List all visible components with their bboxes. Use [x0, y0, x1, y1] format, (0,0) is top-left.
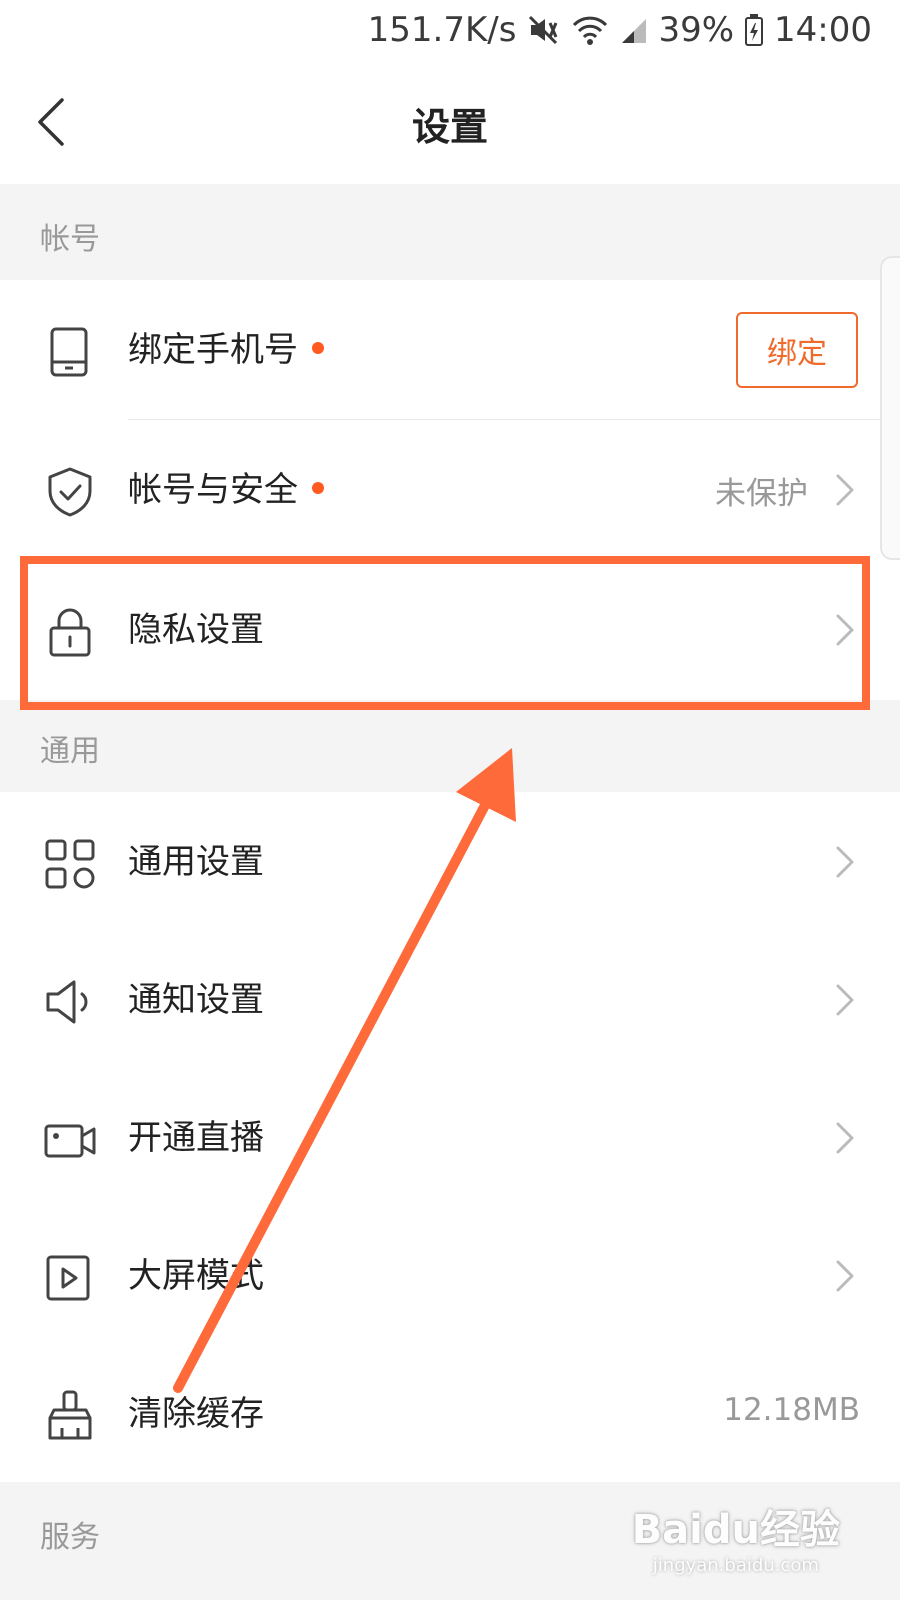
row-large-screen-mode[interactable]: 大屏模式 — [0, 1206, 900, 1346]
chevron-right-icon — [830, 982, 860, 1018]
notification-dot — [312, 341, 324, 354]
scroll-handle[interactable] — [880, 256, 900, 560]
row-bind-phone[interactable]: 绑定手机号 绑定 — [0, 280, 900, 420]
wifi-icon — [570, 13, 610, 47]
chevron-right-icon — [830, 844, 860, 880]
status-bar: 151.7K/s 39% 14:00 — [0, 0, 900, 60]
row-account-security[interactable]: 帐号与安全 未保护 — [0, 420, 900, 560]
battery-icon — [744, 13, 764, 47]
chevron-right-icon — [830, 1258, 860, 1294]
shield-check-icon — [42, 464, 98, 520]
chevron-right-icon — [830, 612, 860, 648]
row-general-settings[interactable]: 通用设置 — [0, 792, 900, 932]
notification-dot — [312, 481, 324, 494]
cache-size-value: 12.18MB — [723, 1392, 860, 1428]
title-bar: 设置 — [0, 60, 900, 185]
bind-button[interactable]: 绑定 — [736, 312, 858, 388]
row-clear-cache[interactable]: 清除缓存 12.18MB — [0, 1344, 900, 1484]
speaker-icon — [42, 974, 98, 1030]
signal-icon — [620, 15, 648, 45]
general-settings-label: 通用设置 — [128, 842, 264, 882]
notification-settings-label: 通知设置 — [128, 980, 264, 1020]
chevron-right-icon — [830, 472, 860, 508]
row-open-live[interactable]: 开通直播 — [0, 1068, 900, 1208]
mute-icon — [526, 13, 560, 47]
row-label: 绑定手机号 — [128, 324, 324, 376]
watermark-sub: jingyan.baidu.com — [652, 1555, 819, 1576]
watermark: Baidu经验 jingyan.baidu.com — [632, 1497, 840, 1576]
watermark-main: Baidu经验 — [631, 1507, 840, 1553]
section-title-general: 通用 — [40, 734, 100, 769]
open-live-label: 开通直播 — [128, 1118, 264, 1158]
grid-icon — [42, 836, 98, 892]
battery-percent: 39% — [658, 10, 735, 50]
clear-cache-label: 清除缓存 — [128, 1394, 264, 1434]
section-title-service: 服务 — [40, 1520, 100, 1555]
security-status-value: 未保护 — [715, 476, 808, 512]
section-title-account: 帐号 — [40, 222, 100, 257]
privacy-settings-label: 隐私设置 — [128, 610, 264, 650]
lock-icon — [42, 604, 98, 660]
video-camera-icon — [42, 1112, 98, 1168]
network-speed: 151.7K/s — [367, 10, 517, 50]
bind-phone-label: 绑定手机号 — [128, 330, 298, 370]
status-time: 14:00 — [774, 10, 872, 50]
row-privacy-settings[interactable]: 隐私设置 — [0, 560, 900, 700]
brush-icon — [42, 1388, 98, 1444]
phone-icon — [42, 324, 98, 380]
play-square-icon — [42, 1250, 98, 1306]
row-notification-settings[interactable]: 通知设置 — [0, 930, 900, 1070]
section-header-general: 通用 — [0, 700, 900, 792]
chevron-right-icon — [830, 1120, 860, 1156]
large-screen-mode-label: 大屏模式 — [128, 1256, 264, 1296]
section-header-account: 帐号 — [0, 184, 900, 280]
account-security-label: 帐号与安全 — [128, 470, 298, 510]
page-title: 设置 — [411, 105, 488, 149]
